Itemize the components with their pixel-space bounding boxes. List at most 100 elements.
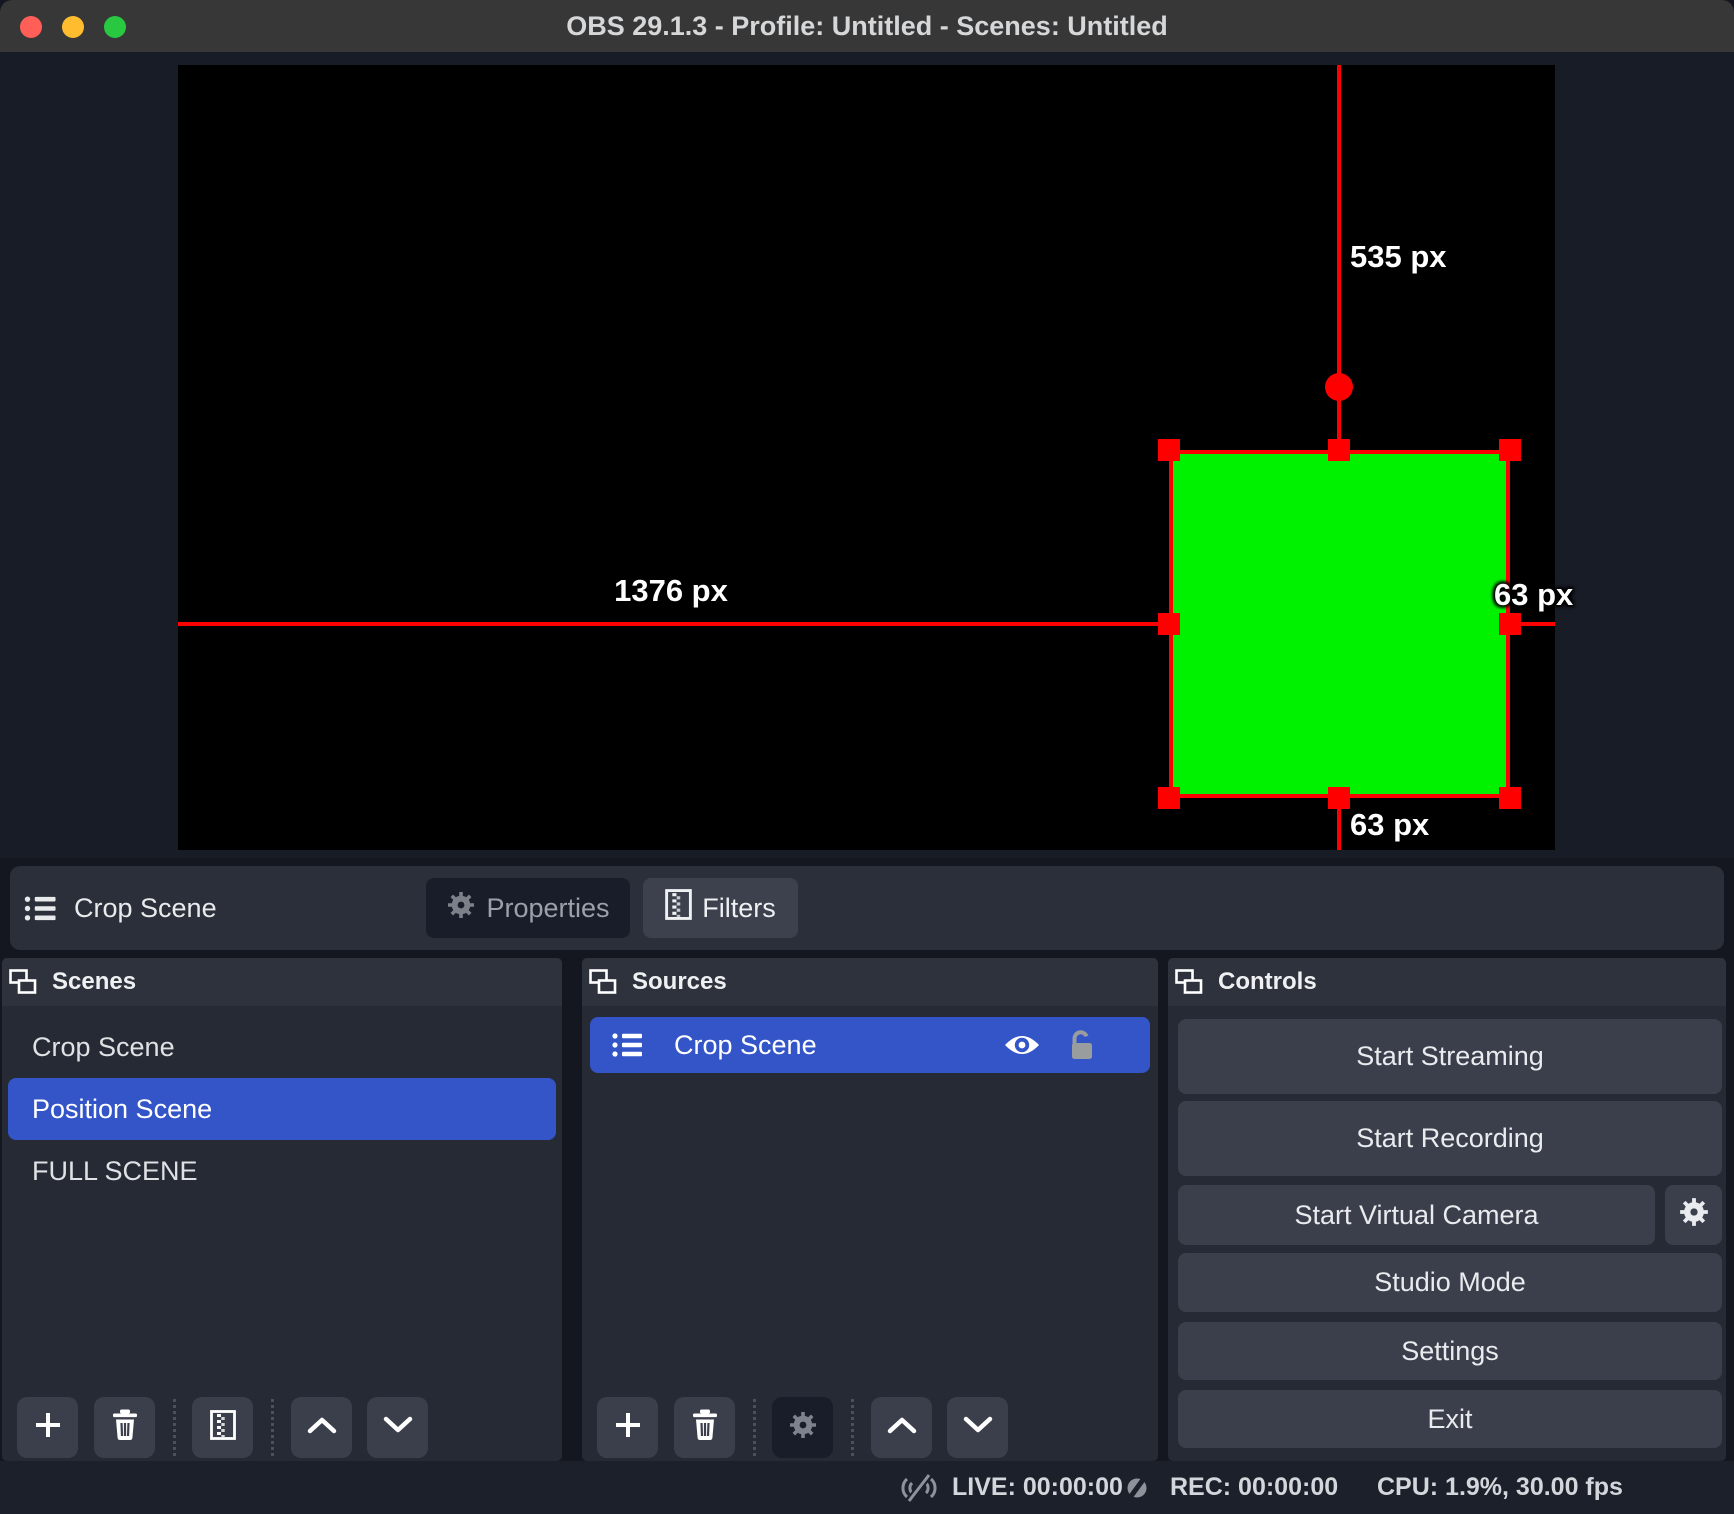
window-title: OBS 29.1.3 - Profile: Untitled - Scenes:… xyxy=(0,0,1734,52)
scenes-header: Scenes xyxy=(2,958,562,1006)
handle-top-right[interactable] xyxy=(1499,439,1521,461)
scene-item-label: Crop Scene xyxy=(32,1032,175,1062)
left-offset-line xyxy=(178,622,1169,626)
remove-scene-button[interactable] xyxy=(94,1397,155,1458)
source-properties-button[interactable] xyxy=(772,1397,833,1458)
move-source-down-button[interactable] xyxy=(947,1397,1008,1458)
record-slash-icon xyxy=(1122,1473,1152,1508)
studio-mode-button[interactable]: Studio Mode xyxy=(1178,1253,1722,1312)
sources-title: Sources xyxy=(632,958,727,1006)
close-button[interactable] xyxy=(20,16,42,38)
controls-panel: Controls Start Streaming Start Recording… xyxy=(1168,958,1726,1461)
chevron-up-icon xyxy=(307,1416,337,1439)
move-scene-down-button[interactable] xyxy=(367,1397,428,1458)
start-virtual-camera-button[interactable]: Start Virtual Camera xyxy=(1178,1185,1655,1245)
maximize-button[interactable] xyxy=(104,16,126,38)
settings-label: Settings xyxy=(1401,1336,1499,1367)
handle-bottom-left[interactable] xyxy=(1158,787,1180,809)
cpu-status: CPU: 1.9%, 30.00 fps xyxy=(1377,1461,1623,1514)
plus-icon xyxy=(615,1412,641,1443)
selected-source-green-square[interactable] xyxy=(1169,450,1510,798)
handle-top-left[interactable] xyxy=(1158,439,1180,461)
studio-mode-label: Studio Mode xyxy=(1374,1267,1526,1298)
add-scene-button[interactable] xyxy=(17,1397,78,1458)
sources-panel: Sources Crop Scene xyxy=(582,958,1158,1461)
scene-item-label: FULL SCENE xyxy=(32,1156,198,1186)
scene-item-position-scene[interactable]: Position Scene xyxy=(8,1078,556,1140)
windows-stack-icon xyxy=(1174,967,1204,997)
source-item-label: Crop Scene xyxy=(674,1017,817,1073)
signal-slash-icon xyxy=(898,1472,940,1509)
active-scene-label: Crop Scene xyxy=(74,866,217,950)
plus-icon xyxy=(35,1412,61,1443)
remove-source-button[interactable] xyxy=(674,1397,735,1458)
start-streaming-label: Start Streaming xyxy=(1356,1041,1544,1072)
properties-label: Properties xyxy=(486,893,609,924)
chevron-down-icon xyxy=(383,1416,413,1439)
dimension-label-left: 1376 px xyxy=(576,573,766,609)
virtual-camera-settings-button[interactable] xyxy=(1665,1185,1722,1245)
properties-button[interactable]: Properties xyxy=(426,878,630,938)
rotation-handle[interactable] xyxy=(1325,373,1353,401)
scenes-panel: Scenes Crop Scene Position Scene FULL SC… xyxy=(2,958,562,1461)
handle-top-center[interactable] xyxy=(1328,439,1350,461)
trash-icon xyxy=(691,1409,719,1446)
exit-label: Exit xyxy=(1427,1404,1472,1435)
scene-list-icon xyxy=(612,1032,644,1063)
status-bar: LIVE: 00:00:00 REC: 00:00:00 CPU: 1.9%, … xyxy=(0,1461,1734,1514)
gear-icon xyxy=(446,890,476,927)
chevron-down-icon xyxy=(963,1416,993,1439)
gear-icon xyxy=(788,1410,818,1445)
filters-button[interactable]: Filters xyxy=(643,878,798,938)
rec-status: REC: 00:00:00 xyxy=(1170,1461,1338,1514)
move-scene-up-button[interactable] xyxy=(291,1397,352,1458)
obs-window: OBS 29.1.3 - Profile: Untitled - Scenes:… xyxy=(0,0,1734,1514)
move-source-up-button[interactable] xyxy=(871,1397,932,1458)
scene-list-icon xyxy=(24,895,58,927)
eye-icon[interactable] xyxy=(1002,1032,1042,1063)
settings-button[interactable]: Settings xyxy=(1178,1322,1722,1380)
toolbar-separator xyxy=(173,1399,176,1456)
live-status: LIVE: 00:00:00 xyxy=(952,1461,1123,1514)
program-canvas[interactable]: 535 px 1376 px 63 px 63 px xyxy=(178,65,1555,850)
scene-filters-button[interactable] xyxy=(192,1397,253,1458)
start-streaming-button[interactable]: Start Streaming xyxy=(1178,1019,1722,1094)
toolbar-separator xyxy=(851,1399,854,1456)
handle-bottom-center[interactable] xyxy=(1328,787,1350,809)
filters-label: Filters xyxy=(702,893,776,924)
scene-item-full-scene[interactable]: FULL SCENE xyxy=(8,1140,556,1202)
start-virtual-camera-label: Start Virtual Camera xyxy=(1294,1200,1538,1231)
handle-middle-right[interactable] xyxy=(1499,613,1521,635)
windows-stack-icon xyxy=(588,967,618,997)
add-source-button[interactable] xyxy=(597,1397,658,1458)
titlebar: OBS 29.1.3 - Profile: Untitled - Scenes:… xyxy=(0,0,1734,52)
scene-item-crop-scene[interactable]: Crop Scene xyxy=(8,1016,556,1078)
controls-title: Controls xyxy=(1218,958,1317,1006)
dimension-label-bottom: 63 px xyxy=(1350,807,1429,843)
sources-header: Sources xyxy=(582,958,1158,1006)
source-toolbar: Crop Scene Properties xyxy=(10,866,1724,950)
filter-icon xyxy=(210,1410,236,1445)
trash-icon xyxy=(111,1409,139,1446)
handle-middle-left[interactable] xyxy=(1158,613,1180,635)
controls-header: Controls xyxy=(1168,958,1726,1006)
lock-open-icon[interactable] xyxy=(1068,1029,1096,1066)
start-recording-label: Start Recording xyxy=(1356,1123,1544,1154)
windows-stack-icon xyxy=(8,967,38,997)
chevron-up-icon xyxy=(887,1416,917,1439)
dimension-label-top: 535 px xyxy=(1350,239,1447,275)
exit-button[interactable]: Exit xyxy=(1178,1390,1722,1448)
start-recording-button[interactable]: Start Recording xyxy=(1178,1101,1722,1176)
minimize-button[interactable] xyxy=(62,16,84,38)
toolbar-separator xyxy=(271,1399,274,1456)
dimension-label-right: 63 px xyxy=(1494,577,1573,613)
scene-item-label: Position Scene xyxy=(32,1094,212,1124)
bottom-offset-line xyxy=(1337,802,1341,850)
filter-icon xyxy=(665,889,692,927)
handle-bottom-right[interactable] xyxy=(1499,787,1521,809)
source-item-crop-scene[interactable]: Crop Scene xyxy=(590,1017,1150,1073)
scenes-title: Scenes xyxy=(52,958,136,1006)
preview-area: 535 px 1376 px 63 px 63 px xyxy=(0,52,1734,858)
gear-icon xyxy=(1678,1196,1710,1235)
toolbar-separator xyxy=(753,1399,756,1456)
